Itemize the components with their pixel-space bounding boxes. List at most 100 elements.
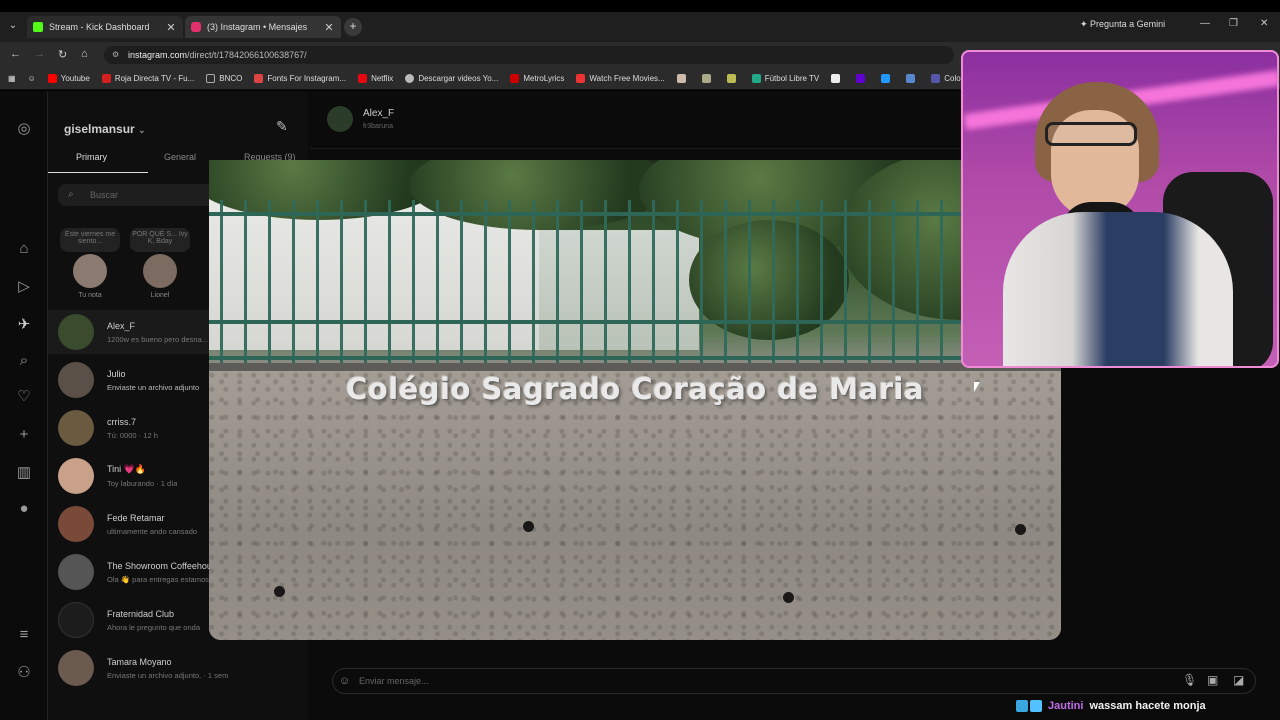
- tab-kick-dashboard[interactable]: Stream - Kick Dashboard ✕: [27, 16, 183, 38]
- bookmark-descargar[interactable]: Descargar videos Yo...: [405, 74, 498, 83]
- note-name: Lionel: [150, 292, 170, 299]
- badge-icon: [1016, 700, 1028, 712]
- conversation-name: Alex_F: [107, 320, 136, 331]
- bookmark-misc-1[interactable]: [676, 74, 690, 83]
- conversation-row[interactable]: Tamara Moyano Enviaste un archivo adjunto…: [58, 646, 308, 690]
- bookmark-misc-3[interactable]: [726, 74, 740, 83]
- bookmark-yahoo[interactable]: [856, 74, 869, 83]
- kick-favicon-icon: [33, 22, 43, 32]
- message-input[interactable]: ☺ Enviar mensaje...: [332, 668, 1256, 694]
- bookmark-bnco[interactable]: BNCO: [206, 74, 242, 83]
- bookmark-icon: [906, 74, 916, 83]
- avatar: [58, 362, 94, 398]
- bookmark-misc-5[interactable]: [881, 74, 894, 83]
- gemini-button[interactable]: ✦ Pregunta a Gemini: [1080, 19, 1165, 30]
- conversation-name: Tamara Moyano: [107, 656, 172, 667]
- tab-instagram[interactable]: (3) Instagram • Mensajes ✕: [185, 16, 341, 38]
- bookmark-roja-directa[interactable]: Roja Directa TV - Fu...: [101, 74, 194, 83]
- sticker-icon[interactable]: ◪: [1233, 673, 1244, 687]
- youtube-icon: [47, 74, 57, 83]
- more-menu-icon[interactable]: ≡: [14, 625, 34, 645]
- badge-icon: [1030, 700, 1042, 712]
- tab-primary[interactable]: Primary: [76, 152, 107, 162]
- new-message-icon[interactable]: ✎: [276, 118, 288, 135]
- home-icon[interactable]: ⌂: [81, 48, 88, 60]
- minimize-icon[interactable]: —: [1200, 18, 1210, 29]
- bookmark-icon: [831, 74, 841, 83]
- bookmark-misc-2[interactable]: [701, 74, 715, 83]
- bookmark-youtube[interactable]: Youtube: [47, 74, 90, 83]
- mouse-cursor-icon: [974, 382, 980, 392]
- chat-name[interactable]: Alex_F: [363, 108, 394, 119]
- bookmark-futbol-libre[interactable]: Fútbol Libre TV: [751, 74, 819, 83]
- colossal-icon: [931, 74, 941, 83]
- url-input[interactable]: ⚙ instagram.com/direct/t/178420661006387…: [104, 46, 954, 64]
- notifications-icon[interactable]: ♡: [14, 387, 34, 407]
- site-info-icon[interactable]: ⚙: [112, 46, 119, 64]
- wall-cap: [209, 363, 1061, 371]
- messages-icon[interactable]: ✈: [14, 315, 34, 335]
- image-icon[interactable]: ▣: [1207, 673, 1218, 687]
- top-strip: [0, 0, 1280, 12]
- conversation-preview: 1200w es bueno pero desna...: [107, 334, 208, 344]
- conversation-name: Fraternidad Club: [107, 608, 175, 619]
- avatar: [143, 254, 177, 288]
- wall-hole: [1015, 524, 1026, 535]
- chat-subtitle: fr3baruna: [363, 123, 393, 130]
- forward-icon[interactable]: →: [34, 48, 45, 60]
- back-icon[interactable]: ←: [10, 48, 21, 60]
- note-own[interactable]: Este viernes me siento... Tu nota: [60, 228, 120, 299]
- bookmark-metrolyrics[interactable]: MetroLyrics: [510, 74, 564, 83]
- conversation-name: Julio: [107, 368, 126, 379]
- close-tab-icon[interactable]: ✕: [323, 21, 335, 34]
- search-nav-icon[interactable]: ⌕: [14, 351, 34, 371]
- conversation-name: Tini 💗🔥: [107, 464, 147, 474]
- bookmark-fonts[interactable]: Fonts For Instagram...: [254, 74, 346, 83]
- bookmark-watch-free[interactable]: Watch Free Movies...: [576, 74, 665, 83]
- webcam-overlay: [961, 50, 1279, 368]
- photo-fence: [209, 200, 1061, 365]
- dashboard-icon[interactable]: ▥: [14, 463, 34, 483]
- close-tab-icon[interactable]: ✕: [165, 21, 177, 34]
- restore-icon[interactable]: ❐: [1229, 18, 1238, 29]
- roja-icon: [101, 74, 111, 83]
- chevron-down-icon: ⌄: [138, 125, 146, 135]
- emoji-icon[interactable]: ☺: [339, 669, 350, 693]
- search-placeholder: Buscar: [90, 190, 119, 200]
- tab-search-icon[interactable]: ⌄: [4, 16, 22, 36]
- new-tab-button[interactable]: +: [344, 18, 362, 36]
- instagram-nav-rail: ◎ ⌂ ▷ ✈ ⌕ ♡ + ▥ ● ≡ ⚇: [0, 91, 48, 720]
- conversation-preview: ultimamente ando cansado: [107, 526, 198, 536]
- tab-label: (3) Instagram • Mensajes: [207, 22, 308, 32]
- reels-icon[interactable]: ▷: [14, 277, 34, 297]
- conversation-preview: Ahora le pregunto que onda: [107, 622, 200, 632]
- yahoo-icon: [856, 74, 866, 83]
- threads-icon[interactable]: ⚇: [14, 663, 34, 683]
- avatar: [58, 410, 94, 446]
- note-lionel[interactable]: POR QUÉ S... Ivy K, Bday Lionel: [130, 228, 190, 299]
- bookmark-label: BNCO: [219, 74, 243, 83]
- home-nav-icon[interactable]: ⌂: [14, 239, 34, 259]
- window-close-icon[interactable]: ✕: [1260, 18, 1268, 29]
- emoji-bookmark-icon[interactable]: ☺: [28, 74, 36, 83]
- bookmark-misc-6[interactable]: [906, 74, 919, 83]
- create-icon[interactable]: +: [14, 425, 34, 445]
- tab-general[interactable]: General: [164, 152, 196, 162]
- chat-avatar[interactable]: [327, 106, 353, 132]
- microphone-icon[interactable]: 🎙: [1182, 673, 1197, 687]
- bookmark-label: Watch Free Movies...: [589, 74, 665, 83]
- apps-icon[interactable]: ▦: [8, 74, 16, 83]
- reload-icon[interactable]: ↻: [58, 48, 67, 61]
- account-username[interactable]: giselmansur ⌄: [64, 122, 146, 136]
- avatar: [58, 458, 94, 494]
- profile-icon[interactable]: ●: [14, 499, 34, 519]
- instagram-logo-icon[interactable]: ◎: [14, 119, 34, 139]
- futbol-icon: [751, 74, 761, 83]
- conversation-preview: Enviaste un archivo adjunto: [107, 382, 200, 392]
- avatar: [58, 506, 94, 542]
- stream-chat-message: Jautini wassam hacete monja: [1016, 698, 1206, 714]
- message-placeholder: Enviar mensaje...: [359, 676, 429, 686]
- instagram-favicon-icon: [191, 22, 201, 32]
- bookmark-misc-4[interactable]: [831, 74, 844, 83]
- bookmark-netflix[interactable]: Netflix: [358, 74, 393, 83]
